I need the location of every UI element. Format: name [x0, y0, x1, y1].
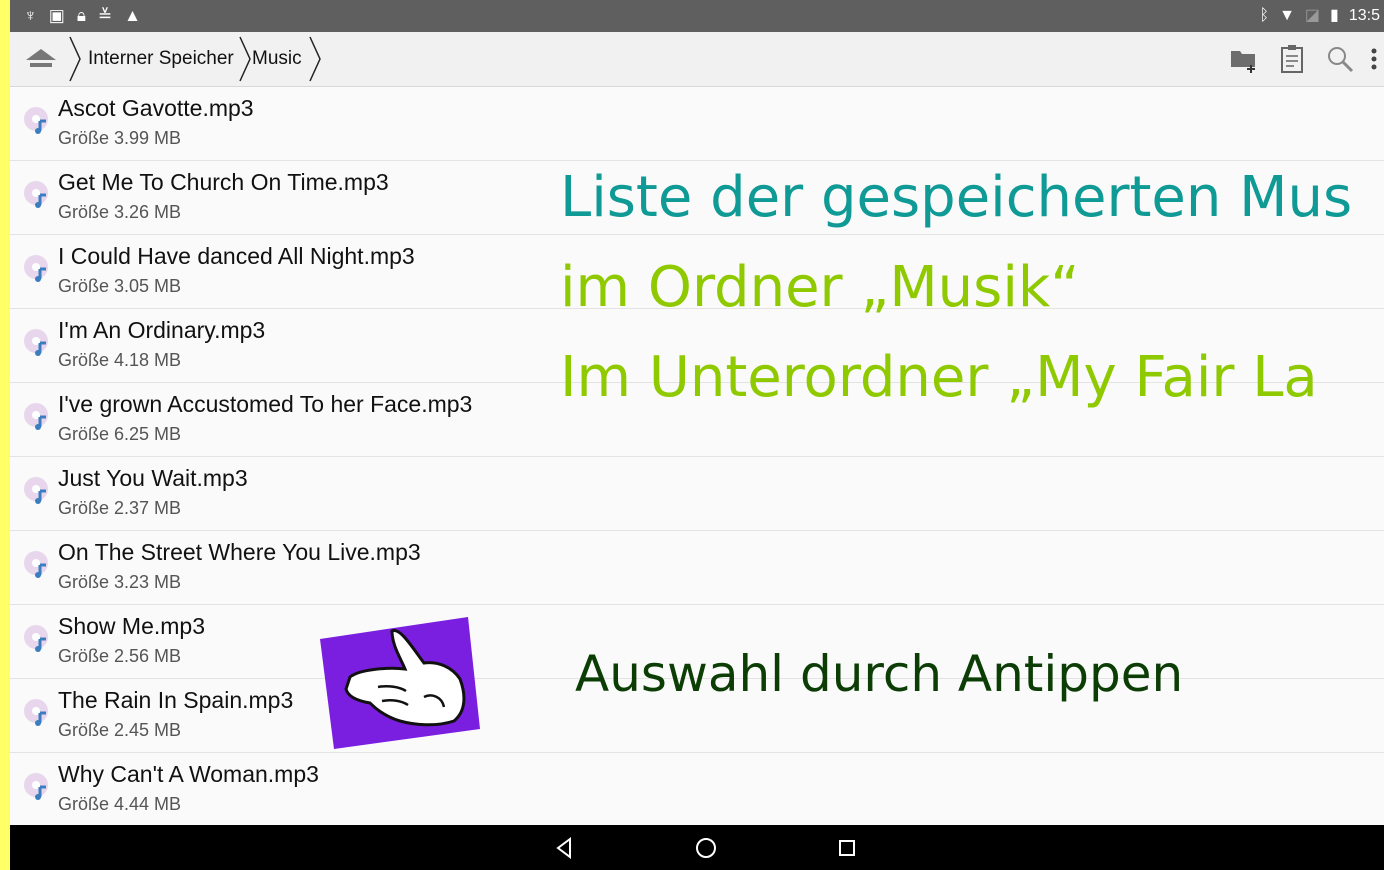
- wifi-icon: ▼: [1279, 7, 1295, 24]
- music-file-icon: [24, 625, 48, 652]
- breadcrumb-separator: [239, 36, 251, 82]
- pointing-hand-icon: [320, 617, 480, 749]
- back-icon[interactable]: [550, 833, 580, 863]
- file-size: Größe 2.45 MB: [58, 720, 182, 740]
- home-circle-icon[interactable]: [691, 833, 721, 863]
- file-size: Größe 2.37 MB: [58, 498, 182, 518]
- search-button[interactable]: [1316, 40, 1364, 78]
- file-name: I've grown Accustomed To her Face.mp3: [58, 391, 473, 417]
- file-row[interactable]: On The Street Where You Live.mp3 Größe 3…: [10, 531, 1384, 605]
- music-file-icon: [24, 403, 48, 430]
- no-sim-icon: ◪: [1304, 7, 1321, 24]
- toolbar: Interner Speicher Music: [10, 32, 1384, 87]
- file-name: On The Street Where You Live.mp3: [58, 539, 421, 565]
- music-file-icon: [24, 107, 48, 134]
- file-size: Größe 3.05 MB: [58, 276, 182, 296]
- search-icon: [1328, 47, 1354, 73]
- clipboard-button[interactable]: [1268, 40, 1316, 78]
- file-name: The Rain In Spain.mp3: [58, 687, 294, 713]
- screen: ♆ ▣ 🔒︎ ≚ ▲ ᛒ ▼ ◪ ▮ 13:5 Interner Speiche…: [10, 0, 1384, 870]
- music-file-icon: [24, 181, 48, 208]
- home-icon[interactable]: [24, 46, 58, 72]
- usb-icon: ♆: [24, 6, 37, 25]
- more-vert-icon: [1371, 48, 1377, 70]
- file-name: Why Can't A Woman.mp3: [58, 761, 319, 787]
- breadcrumb-music[interactable]: Music: [252, 32, 302, 86]
- file-name: Ascot Gavotte.mp3: [58, 95, 254, 121]
- warning-icon: ▲: [124, 6, 141, 25]
- file-name: Just You Wait.mp3: [58, 465, 248, 491]
- new-folder-icon: [1231, 51, 1255, 73]
- image-icon: ▣: [48, 6, 65, 25]
- navigation-bar: [10, 825, 1384, 870]
- file-size: Größe 3.99 MB: [58, 128, 182, 148]
- annotation-list-title: Liste der gespeicherten Mus: [560, 165, 1353, 230]
- file-row[interactable]: Just You Wait.mp3 Größe 2.37 MB: [10, 457, 1384, 531]
- breadcrumb-separator: [309, 36, 321, 82]
- music-file-icon: [24, 329, 48, 356]
- file-size: Größe 4.18 MB: [58, 350, 182, 370]
- file-size: Größe 3.23 MB: [58, 572, 182, 592]
- more-options-button[interactable]: [1364, 40, 1384, 78]
- music-file-icon: [24, 551, 48, 578]
- recents-icon[interactable]: [832, 833, 862, 863]
- annotation-folder: im Ordner „Musik“: [560, 255, 1080, 320]
- toolbar-actions: [1220, 40, 1384, 78]
- file-size: Größe 2.56 MB: [58, 646, 182, 666]
- status-bar: ♆ ▣ 🔒︎ ≚ ▲ ᛒ ▼ ◪ ▮ 13:5: [10, 0, 1384, 32]
- file-size: Größe 6.25 MB: [58, 424, 182, 444]
- annotation-subfolder: Im Unterordner „My Fair La: [560, 345, 1318, 410]
- music-file-icon: [24, 699, 48, 726]
- status-time: 13:5: [1348, 7, 1380, 24]
- music-file-icon: [24, 477, 48, 504]
- breadcrumb-internal-storage[interactable]: Interner Speicher: [88, 32, 234, 86]
- file-row[interactable]: Ascot Gavotte.mp3 Größe 3.99 MB: [10, 87, 1384, 161]
- lock-icon: 🔒︎: [76, 6, 86, 25]
- file-name: Get Me To Church On Time.mp3: [58, 169, 389, 195]
- file-row[interactable]: Why Can't A Woman.mp3 Größe 4.44 MB: [10, 753, 1384, 827]
- new-folder-button[interactable]: [1220, 40, 1268, 78]
- breadcrumb-separator: [69, 36, 81, 82]
- file-size: Größe 4.44 MB: [58, 794, 182, 814]
- music-file-icon: [24, 773, 48, 800]
- file-name: Show Me.mp3: [58, 613, 206, 639]
- battery-icon: ▮: [1330, 7, 1339, 24]
- file-name: I'm An Ordinary.mp3: [58, 317, 266, 343]
- clipboard-icon: [1281, 45, 1303, 73]
- annotation-tap-hint: Auswahl durch Antippen: [575, 645, 1184, 703]
- file-name: I Could Have danced All Night.mp3: [58, 243, 415, 269]
- file-size: Größe 3.26 MB: [58, 202, 182, 222]
- download-done-icon: ≚: [97, 6, 113, 25]
- music-file-icon: [24, 255, 48, 282]
- bluetooth-icon: ᛒ: [1259, 7, 1270, 24]
